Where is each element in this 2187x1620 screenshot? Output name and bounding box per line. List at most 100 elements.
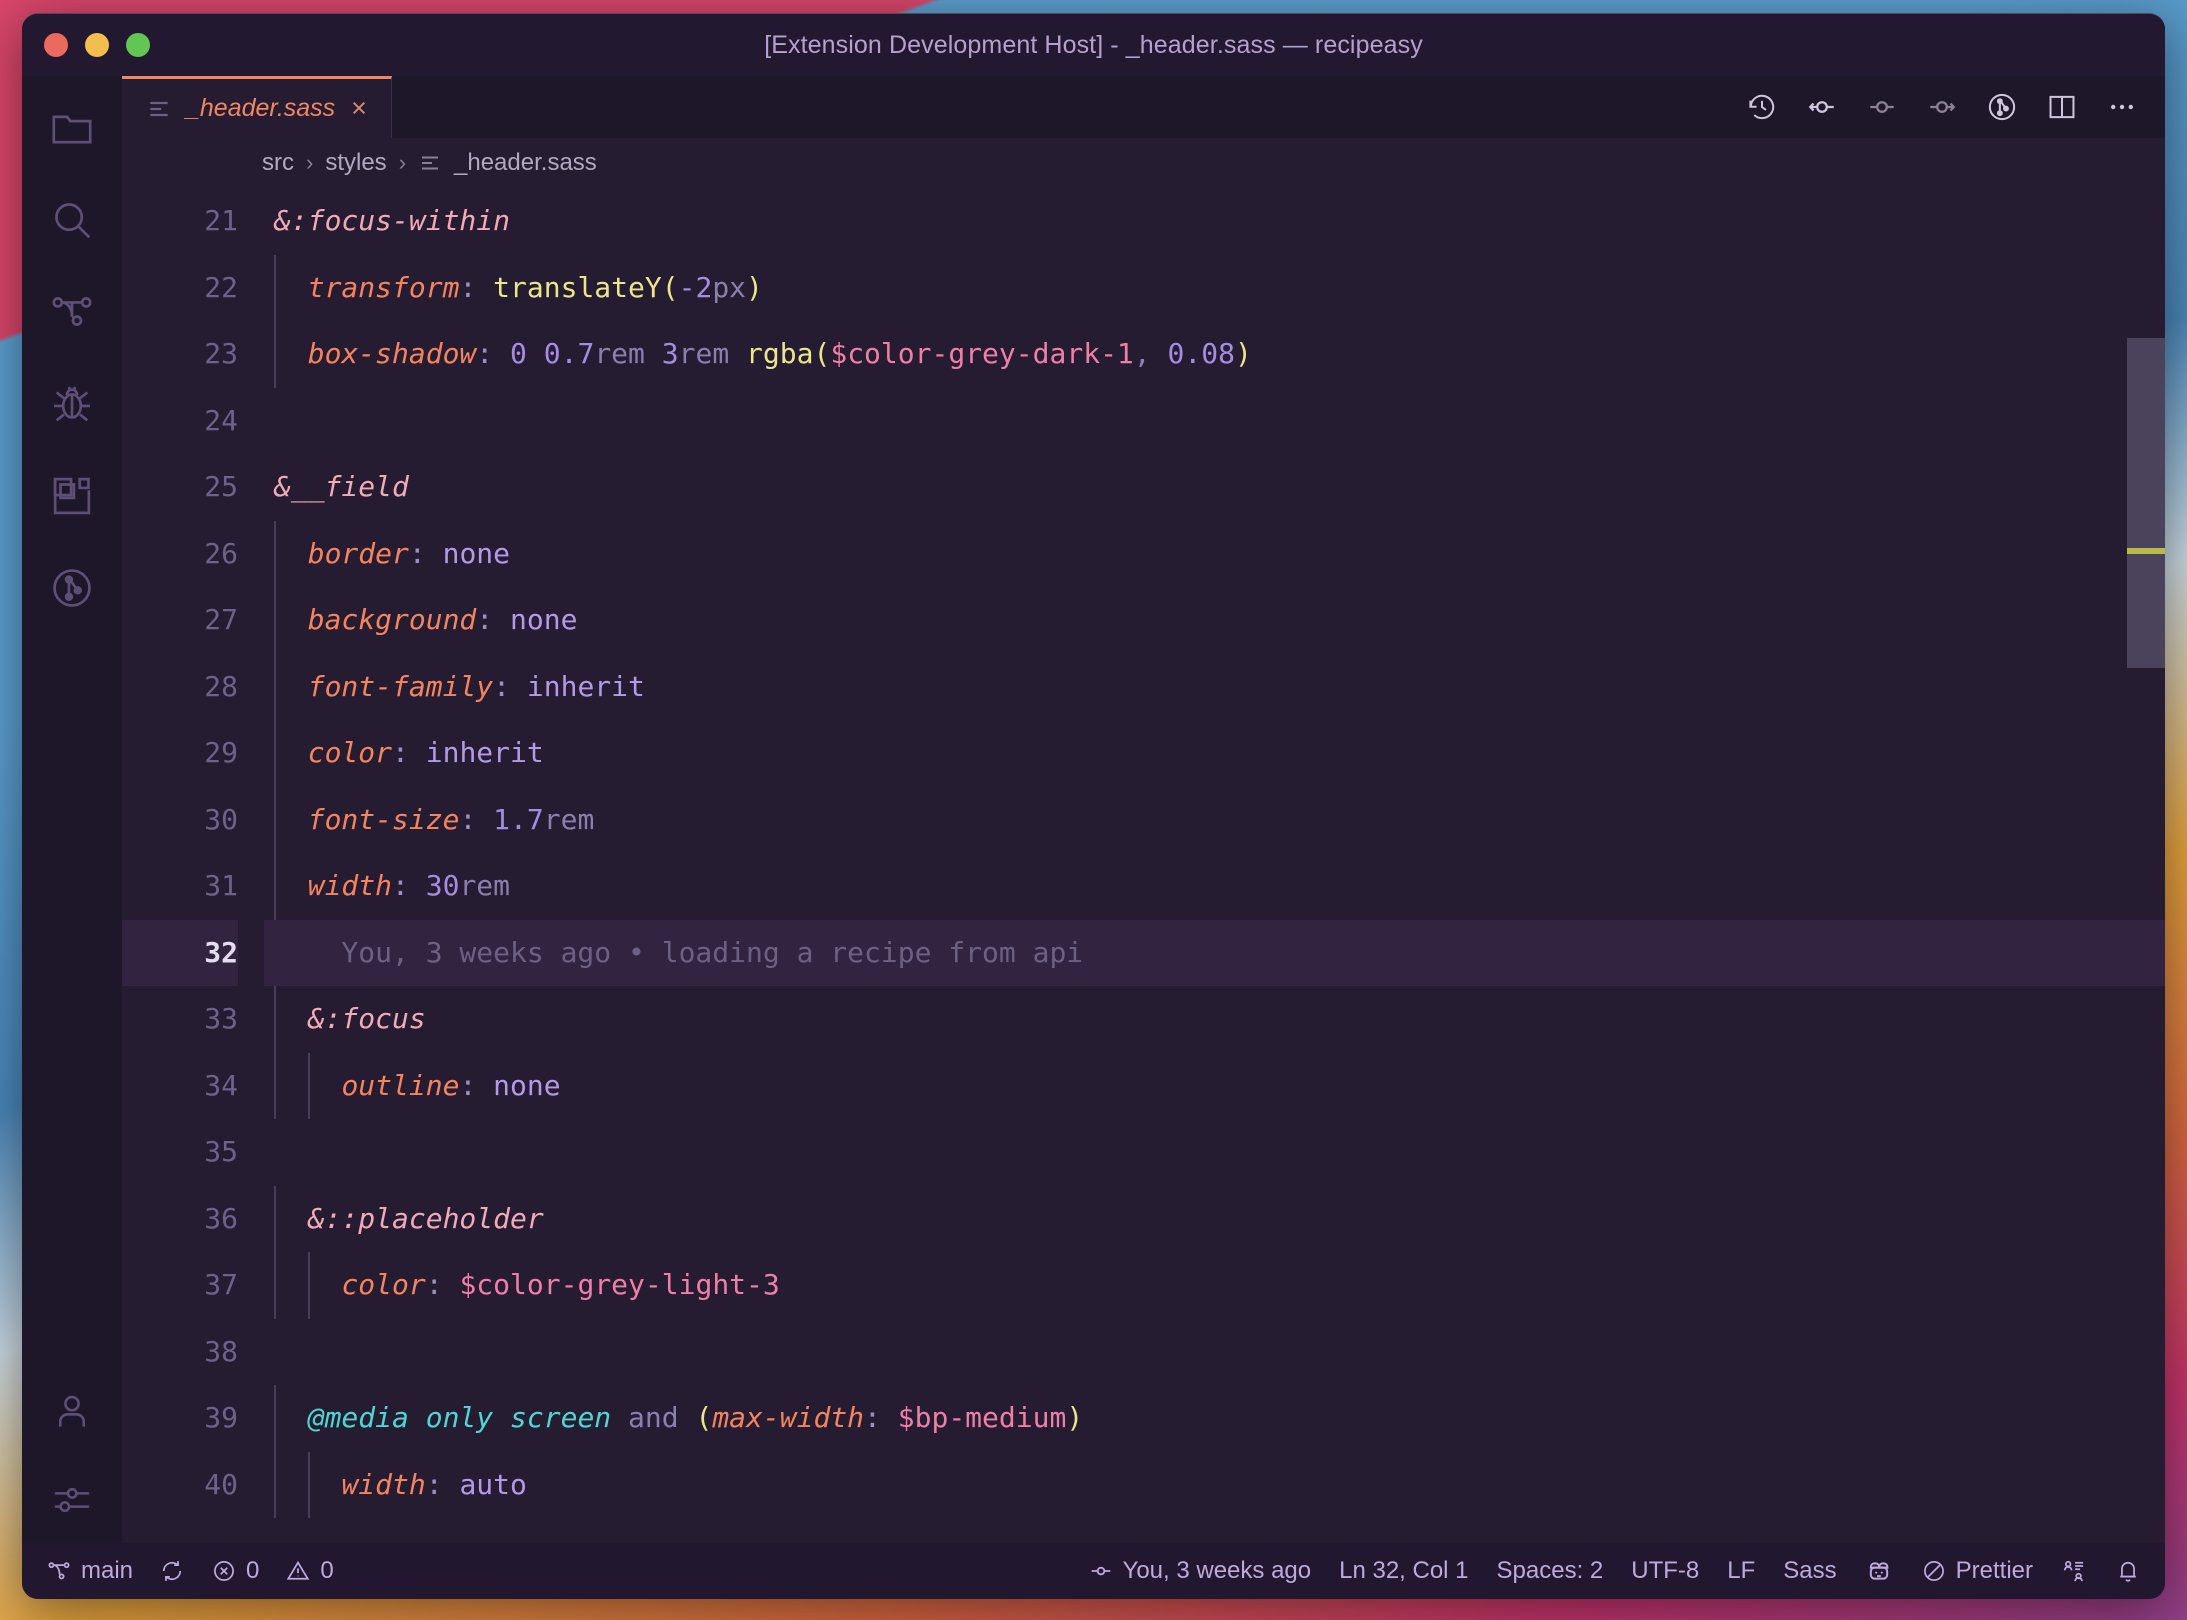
commit-icon[interactable] — [1865, 90, 1899, 124]
code-line[interactable]: box-shadow: 0 0.7rem 3rem rgba($color-gr… — [264, 321, 2165, 388]
sidebar-item-explorer[interactable] — [22, 82, 122, 174]
status-language-mode[interactable]: Sass — [1783, 1557, 1836, 1585]
sidebar-item-extensions[interactable] — [22, 450, 122, 542]
close-window-button[interactable] — [44, 33, 68, 57]
chevron-right-icon: › — [306, 150, 314, 175]
status-sync[interactable] — [159, 1558, 185, 1584]
code-line[interactable]: You, 3 weeks ago • loading a recipe from… — [264, 919, 2165, 986]
line-number: 21 — [204, 204, 238, 237]
code-line[interactable]: color: inherit — [264, 720, 2165, 787]
sidebar-item-search[interactable] — [22, 174, 122, 266]
gitlens-circle-icon[interactable] — [1985, 90, 2019, 124]
sidebar-item-accounts[interactable] — [22, 1365, 122, 1457]
code-line[interactable]: &:focus-within — [264, 188, 2165, 255]
code-line[interactable]: width: 30rem — [264, 853, 2165, 920]
indent-guide — [274, 1185, 276, 1252]
line-number-gutter: 21 22 23 24 25 26 27 28 29 30 31 32 33 34 35 36 37 38 39 40 — [122, 188, 264, 1543]
sidebar-item-run-and-debug[interactable] — [22, 358, 122, 450]
code-line[interactable]: &__field — [264, 454, 2165, 521]
line-number: 22 — [204, 270, 238, 304]
code-content[interactable]: &:focus-within transform: translateY(-2p… — [264, 188, 2165, 1543]
code-line[interactable] — [264, 388, 2165, 455]
code-line[interactable] — [264, 1319, 2165, 1386]
code-line[interactable]: width: auto — [264, 1451, 2165, 1518]
sidebar-item-manage[interactable] — [22, 1457, 122, 1543]
main-row: _header.sass × src › styles › _header.sa… — [22, 76, 2165, 1543]
code-token: : — [493, 669, 527, 703]
status-notifications[interactable] — [2115, 1558, 2141, 1584]
status-remote[interactable] — [2061, 1558, 2087, 1584]
status-prettier[interactable]: Prettier — [1921, 1557, 2033, 1585]
breadcrumb-item-styles[interactable]: styles — [325, 149, 386, 177]
code-line[interactable]: font-family: inherit — [264, 653, 2165, 720]
line-number: 27 — [204, 603, 238, 636]
sidebar-item-gitlens[interactable] — [22, 542, 122, 634]
line-number: 31 — [204, 869, 238, 902]
line-number: 26 — [204, 536, 238, 570]
tab-header-sass[interactable]: _header.sass × — [122, 76, 392, 138]
code-line[interactable]: background: none — [264, 587, 2165, 654]
code-line[interactable]: outline: none — [264, 1052, 2165, 1119]
code-token: width — [307, 869, 393, 902]
sidebar-item-source-control[interactable] — [22, 266, 122, 358]
commit-back-icon[interactable] — [1805, 90, 1839, 124]
history-icon[interactable] — [1745, 90, 1779, 124]
activity-bar — [22, 76, 122, 1543]
code-token: : — [459, 1068, 494, 1102]
status-indentation[interactable]: Spaces: 2 — [1497, 1557, 1604, 1585]
folder-icon — [49, 105, 95, 151]
warning-icon — [285, 1558, 311, 1584]
status-branch[interactable]: main — [46, 1557, 133, 1585]
status-warnings[interactable]: 0 — [285, 1557, 334, 1585]
minimize-window-button[interactable] — [85, 33, 109, 57]
code-editor[interactable]: 21 22 23 24 25 26 27 28 29 30 31 32 33 34 35 36 37 38 39 40… — [122, 188, 2165, 1543]
status-eol[interactable]: LF — [1727, 1557, 1755, 1585]
code-token: : — [425, 1467, 460, 1501]
status-errors[interactable]: 0 — [211, 1557, 259, 1585]
line-number: 24 — [204, 403, 238, 437]
code-token: font-family — [307, 669, 494, 703]
line-number: 35 — [204, 1135, 238, 1168]
code-token: rem — [594, 337, 645, 370]
ellipsis-icon[interactable] — [2105, 90, 2139, 124]
status-warnings-count: 0 — [320, 1557, 334, 1584]
code-line[interactable]: color: $color-grey-light-3 — [264, 1252, 2165, 1319]
scrollbar-thumb[interactable] — [2127, 338, 2165, 668]
code-token: ) — [1234, 337, 1252, 370]
no-entry-icon — [1921, 1558, 1947, 1584]
commit-forward-icon[interactable] — [1925, 90, 1959, 124]
split-editor-icon[interactable] — [2045, 90, 2079, 124]
source-control-icon — [49, 289, 95, 335]
status-cursor-position[interactable]: Ln 32, Col 1 — [1339, 1557, 1468, 1585]
line-number: 33 — [204, 1002, 238, 1035]
editor-scrollbar[interactable] — [2127, 188, 2165, 1543]
code-line[interactable]: transform: translateY(-2px) — [264, 254, 2165, 321]
code-line[interactable]: &:focus — [264, 986, 2165, 1053]
code-line[interactable]: @media only screen and (max-width: $bp-m… — [264, 1385, 2165, 1452]
maximize-window-button[interactable] — [126, 33, 150, 57]
window-title: [Extension Development Host] - _header.s… — [764, 30, 1423, 59]
code-token: $color-grey-light-3 — [459, 1268, 780, 1301]
close-icon[interactable]: × — [349, 95, 369, 122]
breadcrumb-item-file[interactable]: _header.sass — [454, 149, 597, 177]
code-line[interactable]: &::placeholder — [264, 1185, 2165, 1252]
code-token: @media only screen — [307, 1401, 612, 1434]
status-encoding[interactable]: UTF-8 — [1631, 1557, 1699, 1585]
status-gitlens-blame[interactable]: You, 3 weeks ago — [1088, 1557, 1312, 1585]
code-line[interactable]: border: none — [264, 520, 2165, 587]
line-number: 34 — [204, 1068, 238, 1102]
code-token: &:focus — [307, 1002, 426, 1035]
code-line[interactable] — [264, 1119, 2165, 1186]
code-token: rem — [543, 802, 595, 836]
status-feedback[interactable] — [1865, 1557, 1893, 1585]
breadcrumb-item-src[interactable]: src — [262, 149, 294, 177]
code-line[interactable]: font-size: 1.7rem — [264, 786, 2165, 853]
indent-guide — [274, 653, 276, 720]
status-blame-label: You, 3 weeks ago — [1122, 1557, 1312, 1584]
indent-guide — [307, 1052, 310, 1119]
line-number: 40 — [204, 1467, 238, 1501]
